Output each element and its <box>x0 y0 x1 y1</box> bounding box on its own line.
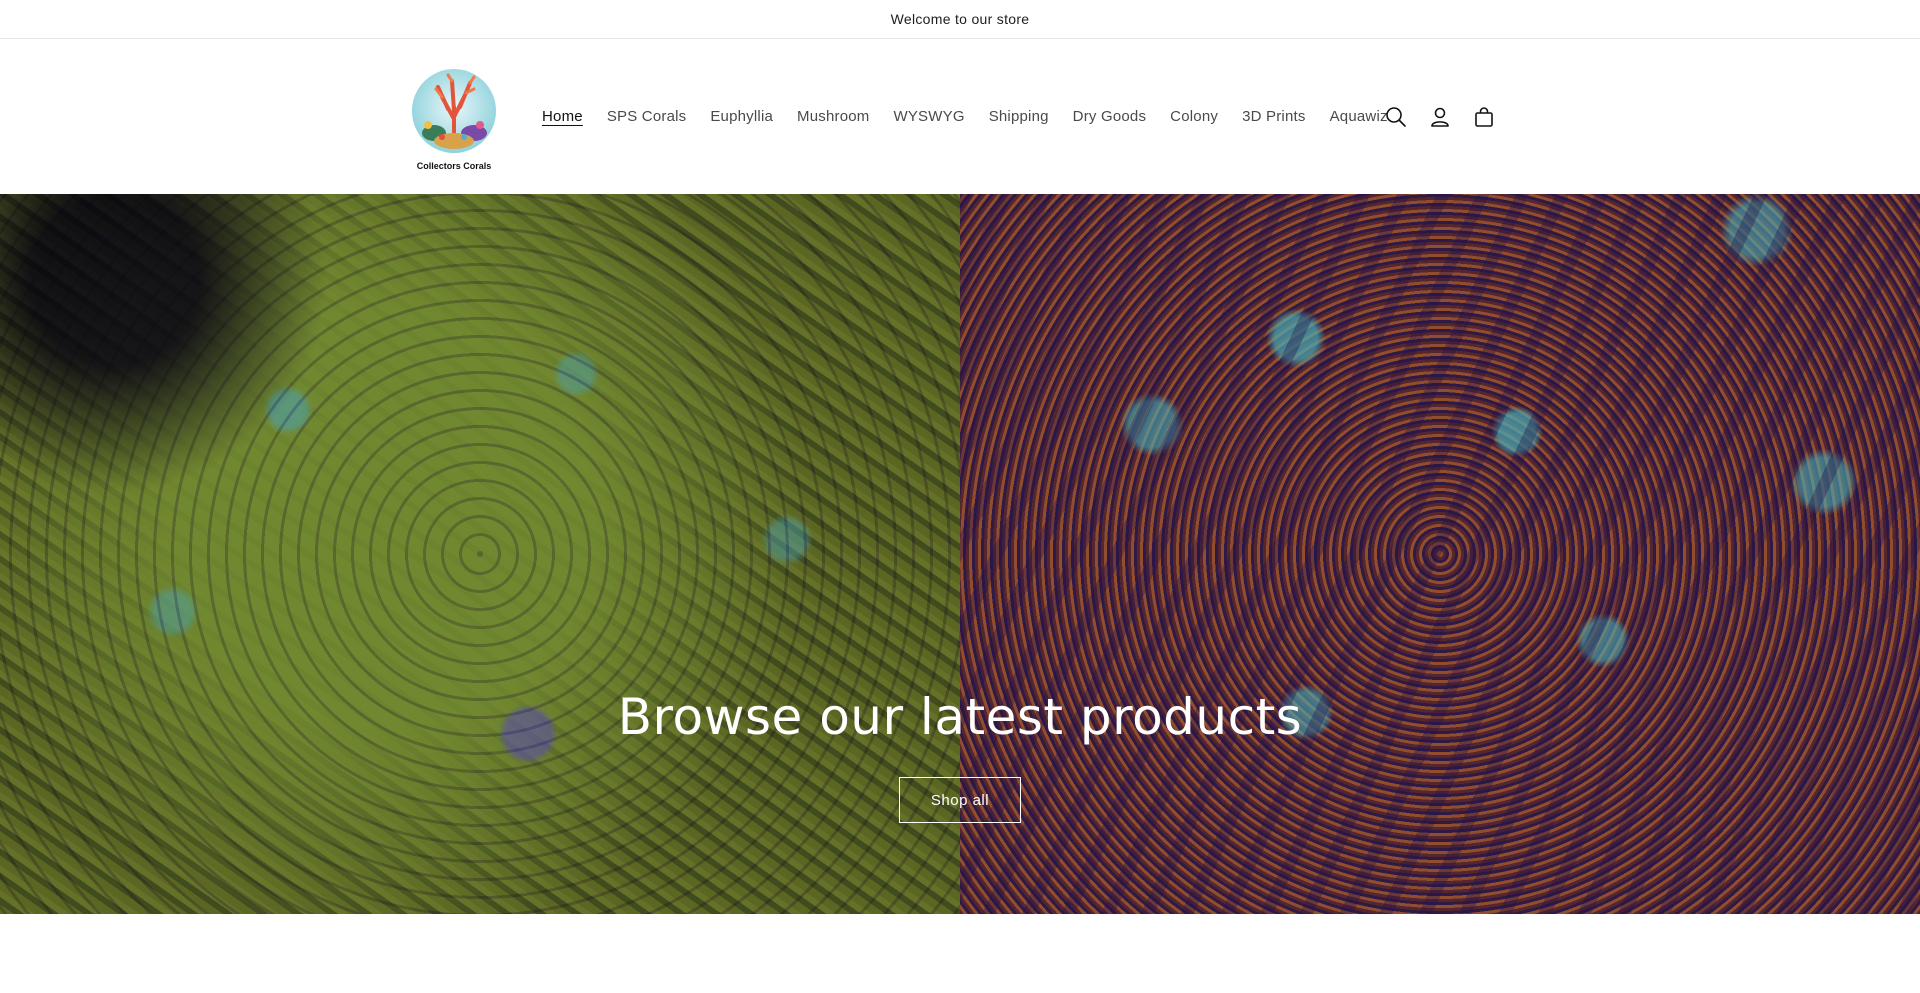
announcement-text: Welcome to our store <box>890 11 1030 27</box>
shop-all-button[interactable]: Shop all <box>899 777 1021 823</box>
site-header: Collectors Corals Home SPS Corals Euphyl… <box>0 39 1920 194</box>
nav-colony[interactable]: Colony <box>1158 108 1230 125</box>
logo-image <box>412 69 496 153</box>
header-icons <box>1381 39 1499 194</box>
below-hero-section <box>0 914 1920 993</box>
nav-euphyllia[interactable]: Euphyllia <box>698 108 785 125</box>
main-nav: Home SPS Corals Euphyllia Mushroom WYSWY… <box>530 39 1400 194</box>
nav-home[interactable]: Home <box>530 108 595 125</box>
store-logo[interactable]: Collectors Corals <box>408 67 500 171</box>
cart-icon[interactable] <box>1469 102 1499 132</box>
nav-3d-prints[interactable]: 3D Prints <box>1230 108 1318 125</box>
hero-banner: Browse our latest products Shop all <box>0 194 1920 914</box>
nav-sps-corals[interactable]: SPS Corals <box>595 108 699 125</box>
account-icon[interactable] <box>1425 102 1455 132</box>
nav-mushroom[interactable]: Mushroom <box>785 108 881 125</box>
nav-dry-goods[interactable]: Dry Goods <box>1061 108 1159 125</box>
announcement-bar: Welcome to our store <box>0 0 1920 39</box>
nav-wyswyg[interactable]: WYSWYG <box>881 108 976 125</box>
logo-caption: Collectors Corals <box>416 161 492 171</box>
nav-shipping[interactable]: Shipping <box>977 108 1061 125</box>
hero-title: Browse our latest products <box>617 688 1303 746</box>
search-icon[interactable] <box>1381 102 1411 132</box>
